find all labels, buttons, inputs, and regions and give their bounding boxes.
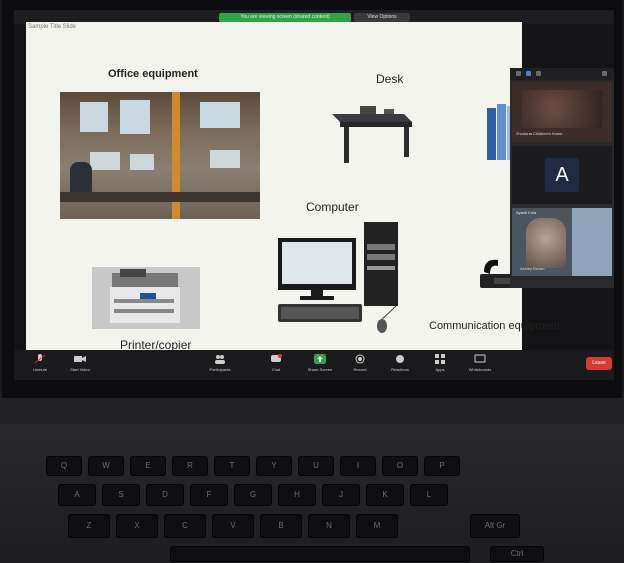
apps-icon (435, 354, 445, 364)
key-ctrl[interactable]: Ctrl (490, 546, 544, 562)
label-communication-equipment: Communication equipment (429, 320, 560, 332)
share-screen-label: Share Screen (307, 367, 333, 372)
key-v[interactable]: V (212, 514, 254, 538)
zoom-toolbar: Unmute Start Video Participants Chat Sha… (14, 350, 614, 380)
key-f[interactable]: F (190, 484, 228, 506)
leave-button[interactable]: Leave (586, 357, 612, 370)
key-w[interactable]: W (88, 456, 124, 476)
participants-icon (215, 355, 225, 364)
view-options-button[interactable]: View Options (354, 13, 410, 22)
share-banner: You are viewing screen (shared content) (219, 13, 351, 22)
key-q[interactable]: Q (46, 456, 82, 476)
label-computer: Computer (306, 200, 359, 214)
start-video-button[interactable]: Start Video (60, 354, 100, 378)
computer-image (278, 222, 398, 333)
key-s[interactable]: S (102, 484, 140, 506)
laptop-screen: You are viewing screen (shared content) … (14, 10, 614, 380)
panel-header (510, 68, 614, 80)
key-p[interactable]: P (424, 456, 460, 476)
unmute-label: Unmute (32, 367, 47, 372)
key-u[interactable]: U (298, 456, 334, 476)
whiteboards-button[interactable]: Whiteboards (460, 354, 500, 378)
camera-icon (74, 356, 86, 362)
key-d[interactable]: D (146, 484, 184, 506)
share-screen-button[interactable]: Share Screen (300, 354, 340, 378)
key-t[interactable]: T (214, 456, 250, 476)
key-l[interactable]: L (410, 484, 448, 506)
key-h[interactable]: H (278, 484, 316, 506)
laptop-bezel: You are viewing screen (shared content) … (2, 0, 622, 400)
shared-slide: Sample Title Slide Office equipment Desk (26, 22, 560, 352)
reactions-label: Reactions (391, 367, 409, 372)
apps-label: Apps (435, 367, 445, 372)
chat-icon (271, 354, 282, 362)
label-office-equipment: Office equipment (108, 68, 198, 80)
participant-name: Ayanti Kola (516, 210, 537, 215)
slide-header: Sample Title Slide (28, 24, 77, 30)
apps-button[interactable]: Apps (420, 354, 460, 378)
participant-name: Zhudana Children's Home (516, 131, 563, 136)
key-k[interactable]: K (366, 484, 404, 506)
participants-video-panel: Zhudana Children's Home A Ayanti Kola As… (510, 68, 614, 288)
reactions-icon (396, 355, 404, 363)
hinge (0, 398, 624, 424)
key-n[interactable]: N (308, 514, 350, 538)
reactions-button[interactable]: Reactions (380, 354, 420, 378)
avatar: A (545, 158, 579, 192)
key-r[interactable]: R (172, 456, 208, 476)
panel-layout-icon[interactable] (526, 71, 531, 76)
desk-image (332, 106, 412, 163)
participants-label: Participants (209, 367, 231, 372)
whiteboard-icon (474, 354, 486, 363)
microphone-icon (34, 354, 46, 364)
panel-close-icon[interactable] (602, 71, 607, 76)
printer-image (92, 267, 200, 329)
record-icon (355, 354, 365, 364)
key-g[interactable]: G (234, 484, 272, 506)
key-e[interactable]: E (130, 456, 166, 476)
participant-subname: Ashley Brown (520, 266, 545, 271)
record-button[interactable]: Record (340, 354, 380, 378)
key-space[interactable] (170, 546, 470, 562)
key-alt-gr[interactable]: Alt Gr (470, 514, 520, 538)
key-a[interactable]: A (58, 484, 96, 506)
label-desk: Desk (376, 72, 404, 86)
participants-button[interactable]: Participants (200, 354, 240, 378)
key-b[interactable]: B (260, 514, 302, 538)
unmute-button[interactable]: Unmute (20, 354, 60, 378)
record-label: Record (353, 367, 367, 372)
key-j[interactable]: J (322, 484, 360, 506)
panel-view-icon[interactable] (516, 71, 521, 76)
chat-button[interactable]: Chat (256, 354, 296, 378)
whiteboards-label: Whiteboards (468, 367, 492, 372)
key-i[interactable]: I (340, 456, 376, 476)
start-video-label: Start Video (70, 367, 90, 372)
key-c[interactable]: C (164, 514, 206, 538)
key-y[interactable]: Y (256, 456, 292, 476)
key-m[interactable]: M (356, 514, 398, 538)
chat-label: Chat (271, 367, 281, 372)
panel-grid-icon[interactable] (536, 71, 541, 76)
photo: You are viewing screen (shared content) … (0, 0, 624, 563)
participant-tile-2[interactable]: A (512, 146, 612, 204)
key-o[interactable]: O (382, 456, 418, 476)
laptop-keyboard-deck: Q W E R T Y U I O P A S D F G H J K L Z … (0, 398, 624, 563)
key-z[interactable]: Z (68, 514, 110, 538)
office-photo (60, 92, 260, 219)
participant-tile-3[interactable]: Ayanti Kola Ashley Brown (512, 208, 612, 276)
key-x[interactable]: X (116, 514, 158, 538)
share-screen-icon (314, 354, 326, 364)
participant-tile-1[interactable]: Zhudana Children's Home (512, 82, 612, 142)
